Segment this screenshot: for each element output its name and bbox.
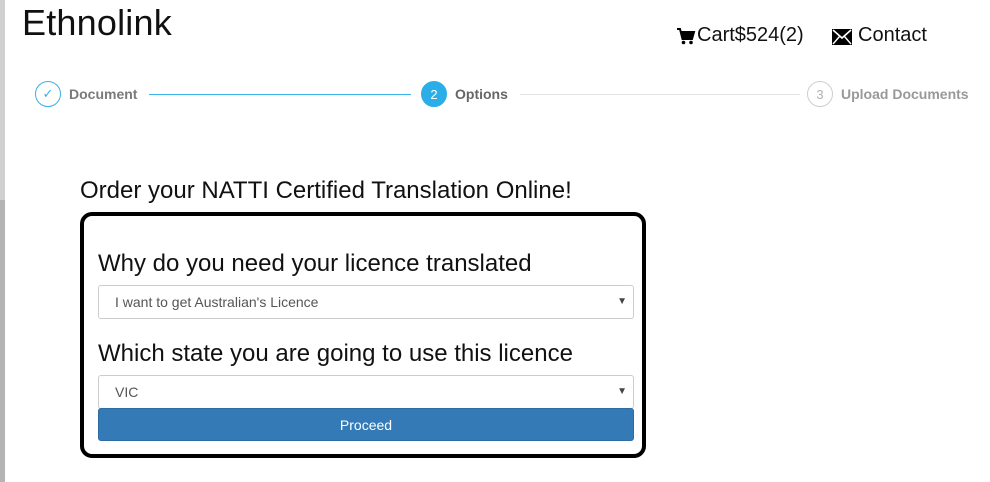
reason-question: Why do you need your licence translated [98,250,532,277]
cart-label: Cart$524(2) [697,24,804,46]
step-number: 2 [421,81,447,107]
state-select[interactable]: VIC ▼ [98,375,634,409]
reason-select[interactable]: I want to get Australian's Licence ▼ [98,285,634,319]
page-title: Order your NATTI Certified Translation O… [80,177,572,204]
caret-down-icon: ▼ [617,296,627,307]
order-form: Why do you need your licence translated … [80,212,646,458]
shopping-cart-icon [676,26,696,46]
step-label: Options [455,86,508,102]
scrollbar-thumb[interactable] [0,200,5,482]
proceed-button[interactable]: Proceed [98,408,634,441]
step-connector [520,94,800,95]
contact-label: Contact [858,24,927,46]
step-document[interactable]: ✓ Document [35,81,137,107]
contact-link[interactable]: Contact [832,24,927,47]
step-connector [149,94,411,95]
state-selected-value: VIC [115,384,139,400]
state-question: Which state you are going to use this li… [98,340,573,367]
left-scrollbar[interactable] [0,0,5,482]
envelope-icon [832,28,852,45]
step-label: Document [69,86,138,102]
step-options[interactable]: 2 Options [421,81,508,107]
caret-down-icon: ▼ [617,386,627,397]
step-label: Upload Documents [841,86,969,102]
checkmark-icon: ✓ [35,81,61,107]
cart-link[interactable]: Cart$524(2) [676,24,804,47]
step-number: 3 [807,81,833,107]
brand-logo[interactable]: Ethnolink [22,2,172,44]
reason-selected-value: I want to get Australian's Licence [115,294,319,310]
step-upload-documents[interactable]: 3 Upload Documents [807,81,969,107]
